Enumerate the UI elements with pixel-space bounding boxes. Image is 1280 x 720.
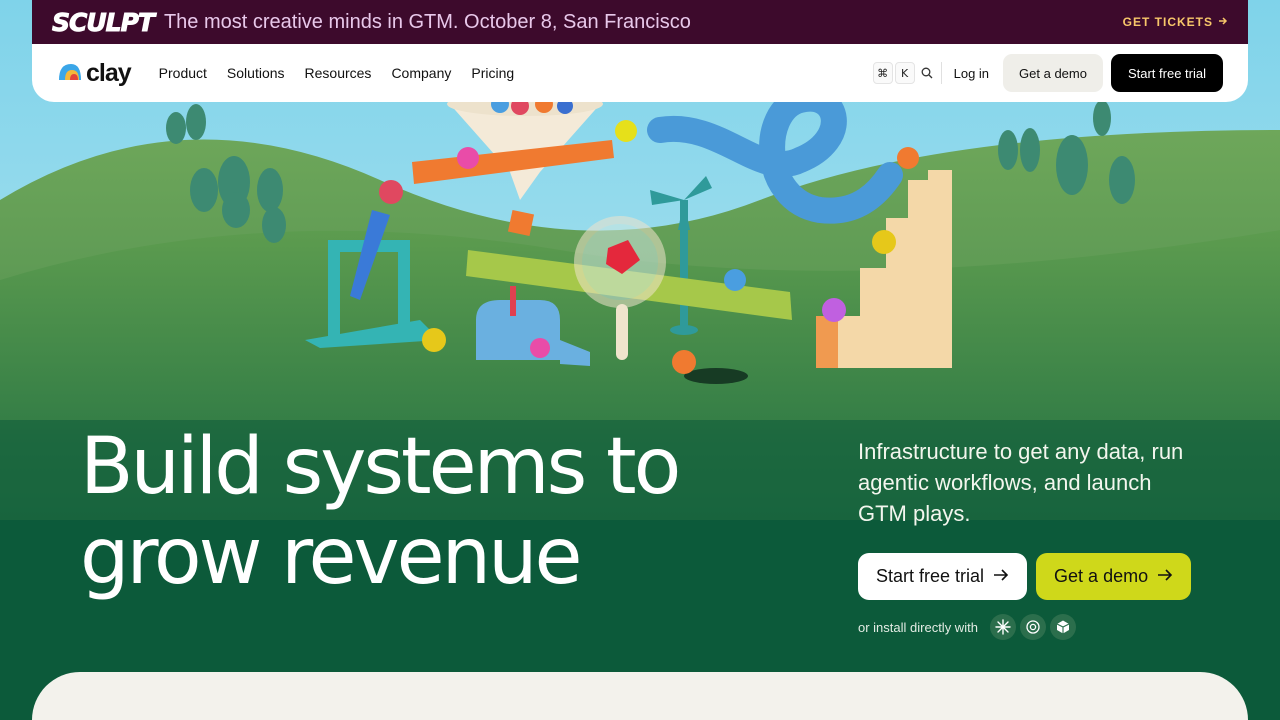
get-tickets-label: GET TICKETS	[1122, 15, 1213, 29]
get-demo-button[interactable]: Get a demo	[1003, 54, 1103, 92]
hero-start-trial-button[interactable]: Start free trial	[858, 553, 1028, 600]
clay-logo-icon	[57, 60, 83, 87]
start-trial-button[interactable]: Start free trial	[1110, 54, 1223, 92]
hero-get-demo-label: Get a demo	[1054, 566, 1149, 586]
claude-icon[interactable]	[989, 614, 1016, 640]
nav-item-company[interactable]: Company	[391, 65, 451, 81]
hero-illustration	[0, 0, 1280, 720]
k-key: K	[894, 62, 915, 84]
cursor-icon[interactable]	[1049, 614, 1076, 640]
hero-headline: Build systems to grow revenue	[80, 422, 780, 602]
nav-actions: ⌘ K Log in Get a demo Start free trial	[872, 54, 1223, 92]
sculpt-logo: SCULPT	[52, 7, 156, 37]
headline-line-2: grow revenue	[80, 512, 583, 602]
hero-subcopy: Infrastructure to get any data, run agen…	[858, 439, 1184, 526]
command-key: ⌘	[872, 62, 893, 84]
arrow-right-icon	[1218, 15, 1228, 29]
nav-item-solutions[interactable]: Solutions	[227, 65, 285, 81]
login-link[interactable]: Log in	[954, 66, 989, 81]
nav-menu: Product Solutions Resources Company Pric…	[159, 65, 514, 81]
content-panel	[32, 672, 1248, 720]
install-text: or install directly with	[858, 619, 978, 635]
install-row: or install directly with	[858, 614, 1080, 640]
announcement-text: The most creative minds in GTM. October …	[163, 10, 691, 33]
openai-icon[interactable]	[1019, 614, 1046, 640]
arrow-right-icon	[1157, 566, 1173, 587]
nav-divider	[940, 62, 942, 84]
hero-start-trial-label: Start free trial	[876, 566, 985, 586]
get-tickets-link[interactable]: GET TICKETS	[1123, 15, 1228, 29]
search-icon[interactable]	[921, 67, 933, 79]
hero-cta-row: Start free trial Get a demo	[858, 553, 1192, 600]
hero-get-demo-button[interactable]: Get a demo	[1036, 553, 1192, 600]
announcement-bar[interactable]: SCULPT The most creative minds in GTM. O…	[32, 0, 1248, 44]
nav-item-product[interactable]: Product	[159, 65, 207, 81]
arrow-right-icon	[993, 566, 1009, 587]
headline-line-1: Build systems to	[80, 422, 681, 512]
clay-logo[interactable]: clay	[57, 58, 132, 88]
clay-logo-text: clay	[86, 58, 132, 87]
nav-item-resources[interactable]: Resources	[305, 65, 372, 81]
nav-item-pricing[interactable]: Pricing	[471, 65, 514, 81]
main-nav: clay Product Solutions Resources Company…	[32, 44, 1248, 102]
